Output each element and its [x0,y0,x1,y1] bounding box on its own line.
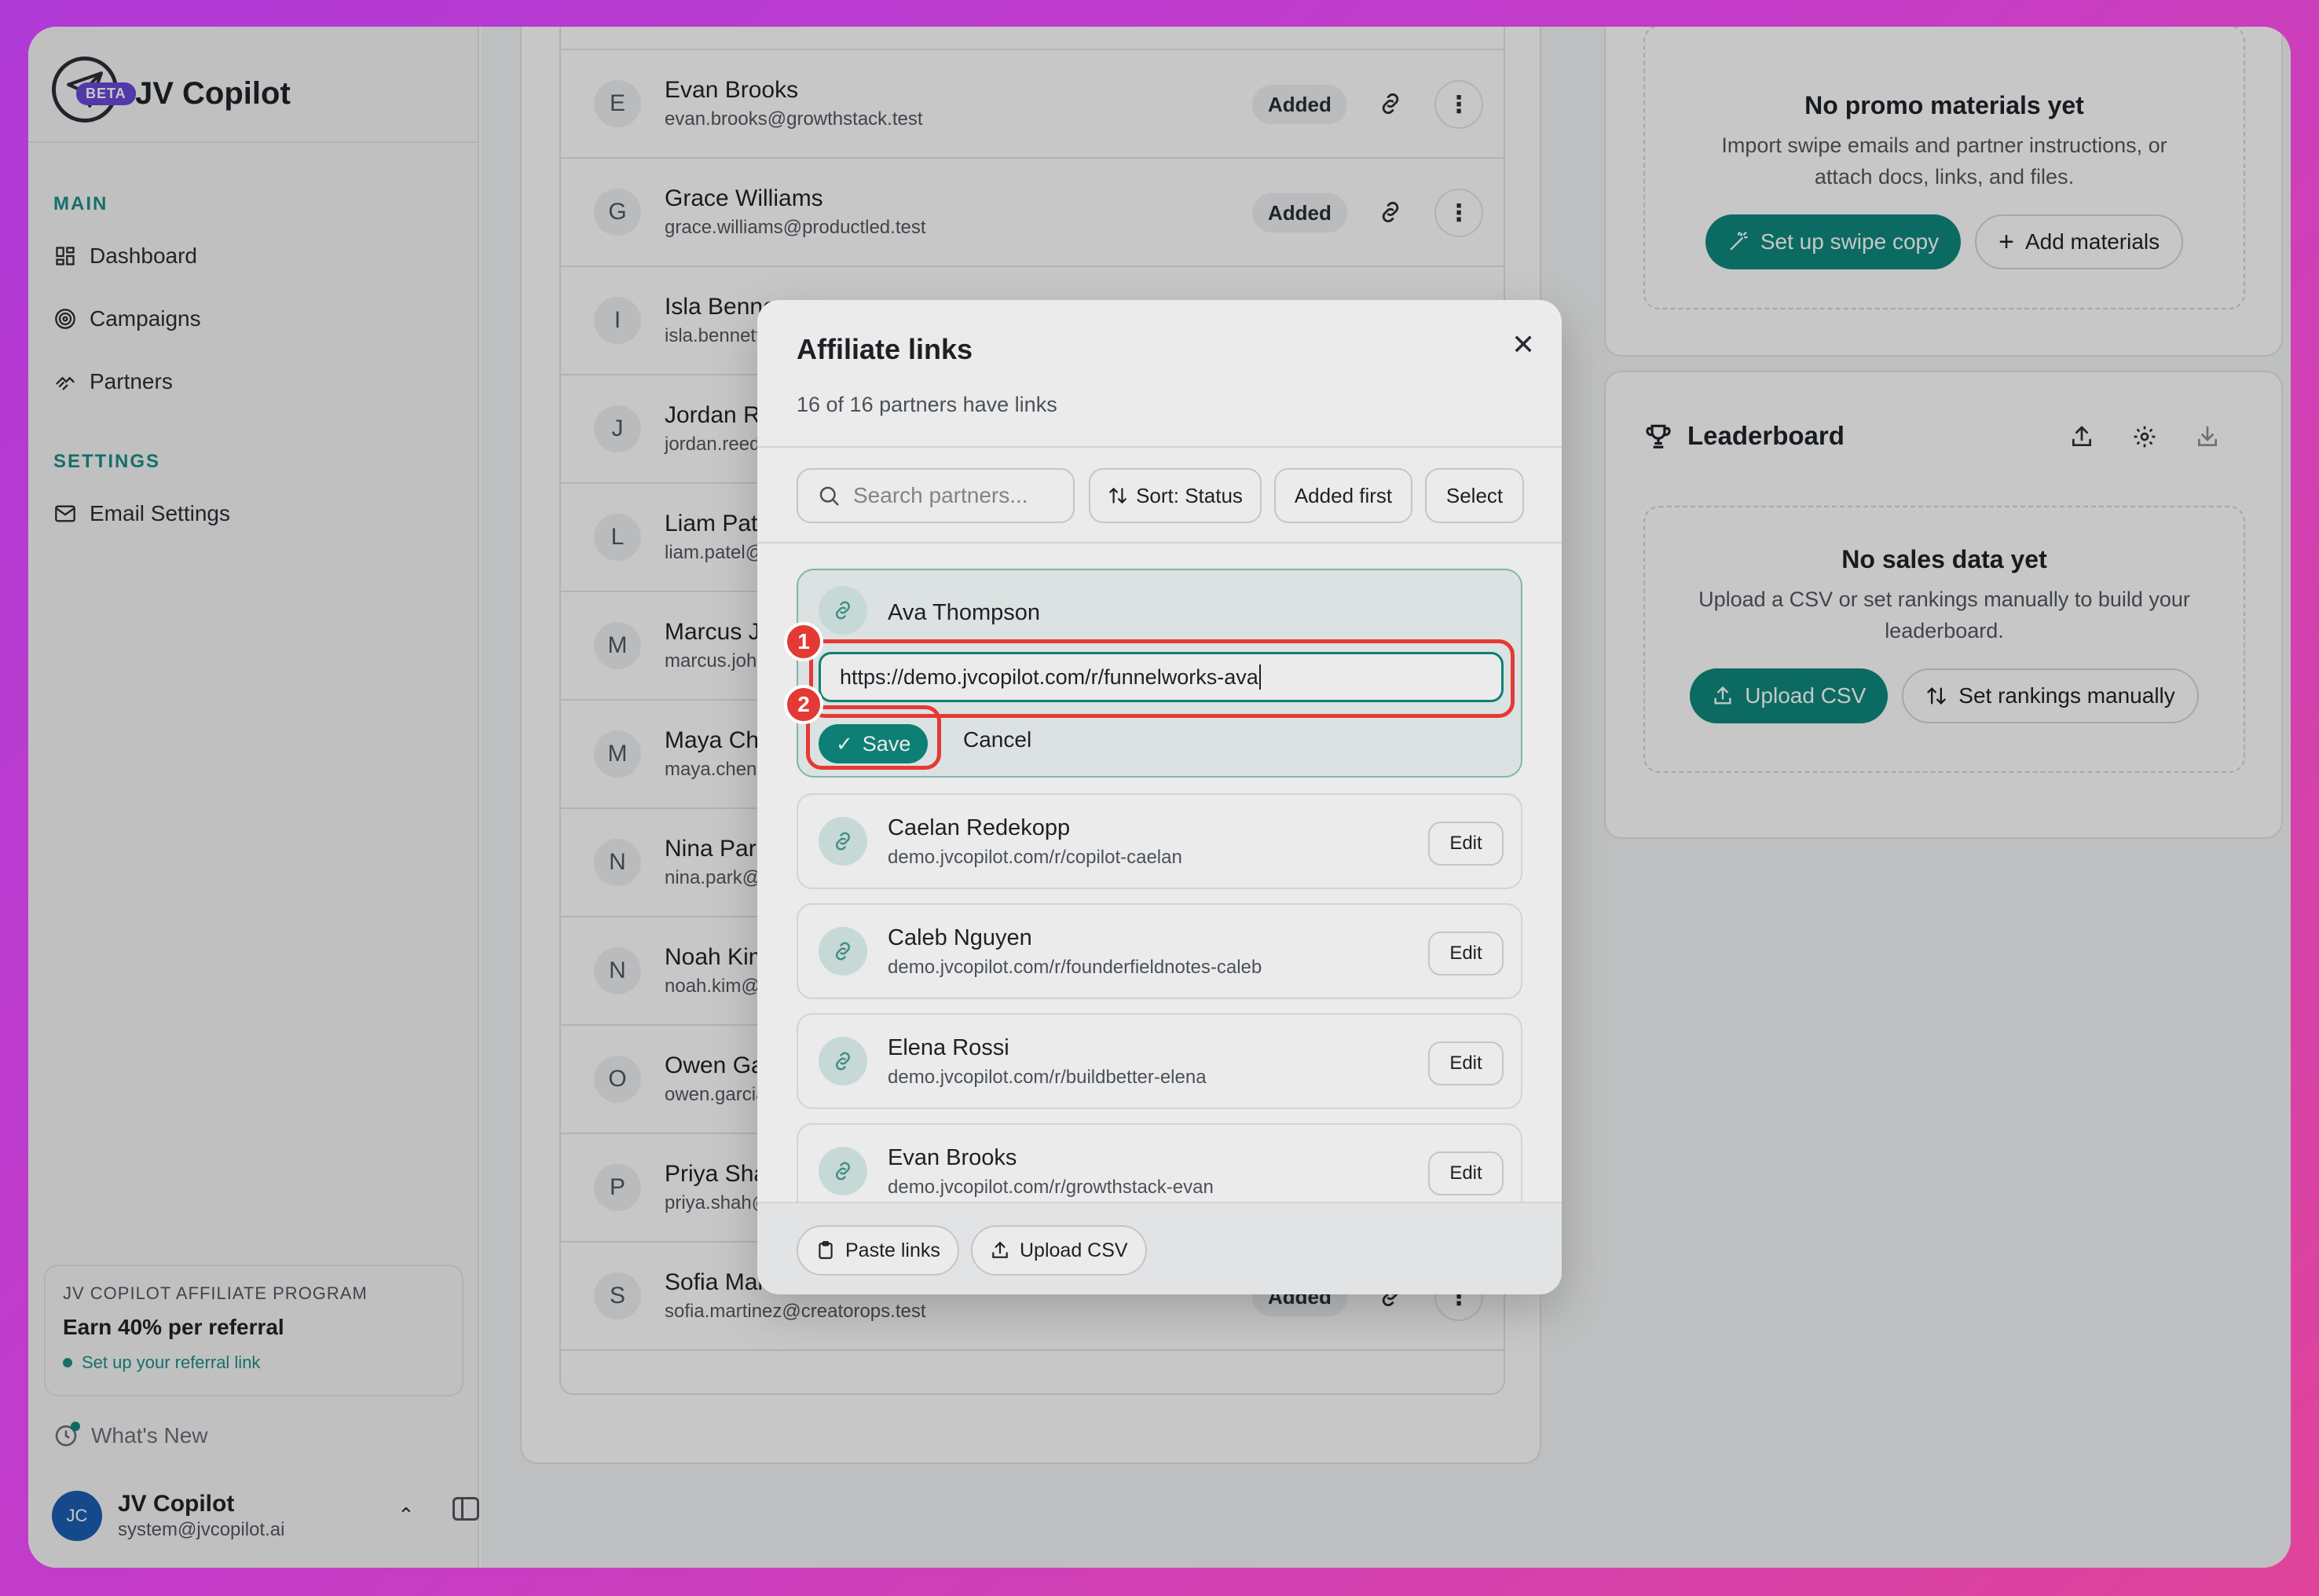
added-first-button[interactable]: Added first [1274,468,1412,523]
annotation-highlight-save [806,705,941,770]
affiliate-url: demo.jvcopilot.com/r/founderfieldnotes-c… [888,957,1262,978]
partner-name: Caelan Redekopp [888,815,1071,840]
link-card: Caelan Redekopp demo.jvcopilot.com/r/copi… [797,793,1522,889]
annotation-marker-2: 2 [784,685,823,724]
upload-csv-modal-button[interactable]: Upload CSV [971,1225,1147,1276]
affiliate-url: demo.jvcopilot.com/r/copilot-caelan [888,847,1182,868]
modal-title: Affiliate links [797,333,973,365]
search-placeholder: Search partners... [853,483,1028,507]
edit-button[interactable]: Edit [1428,1151,1504,1195]
sort-arrows-icon [1108,485,1128,506]
search-icon [817,484,841,507]
link-card: Elena Rossi demo.jvcopilot.com/r/buildbet… [797,1013,1522,1109]
affiliate-url: demo.jvcopilot.com/r/buildbetter-elena [888,1067,1207,1088]
edit-button[interactable]: Edit [1428,932,1504,976]
partner-name: Ava Thompson [888,600,1040,625]
link-card: Caleb Nguyen demo.jvcopilot.com/r/founder… [797,903,1522,999]
annotation-marker-1: 1 [784,622,823,661]
partner-name: Evan Brooks [888,1145,1017,1170]
button-label: Upload CSV [1020,1239,1128,1261]
link-icon [819,1147,867,1195]
button-label: Paste links [845,1239,940,1261]
sort-status-button[interactable]: Sort: Status [1089,468,1262,523]
paste-links-button[interactable]: Paste links [797,1225,959,1276]
link-icon [819,817,867,866]
edit-button[interactable]: Edit [1428,822,1504,866]
edit-button[interactable]: Edit [1428,1041,1504,1085]
close-icon[interactable]: ✕ [1511,328,1535,361]
link-icon [819,586,867,635]
search-input[interactable]: Search partners... [797,468,1075,523]
button-label: Sort: Status [1136,483,1243,507]
cancel-button[interactable]: Cancel [963,727,1031,752]
select-button[interactable]: Select [1425,468,1524,523]
link-icon [819,927,867,976]
modal-subtitle: 16 of 16 partners have links [797,393,1057,416]
link-card: Evan Brooks demo.jvcopilot.com/r/growthst… [797,1123,1522,1203]
link-icon [819,1037,867,1085]
affiliate-links-modal: Affiliate links 16 of 16 partners have l… [757,300,1562,1294]
divider [757,446,1562,448]
divider [757,542,1562,544]
partner-name: Elena Rossi [888,1035,1009,1060]
partner-name: Caleb Nguyen [888,925,1032,950]
clipboard-icon [815,1240,836,1261]
affiliate-url: demo.jvcopilot.com/r/growthstack-evan [888,1177,1214,1198]
upload-icon [990,1240,1010,1261]
modal-footer: Paste links Upload CSV [757,1202,1562,1294]
